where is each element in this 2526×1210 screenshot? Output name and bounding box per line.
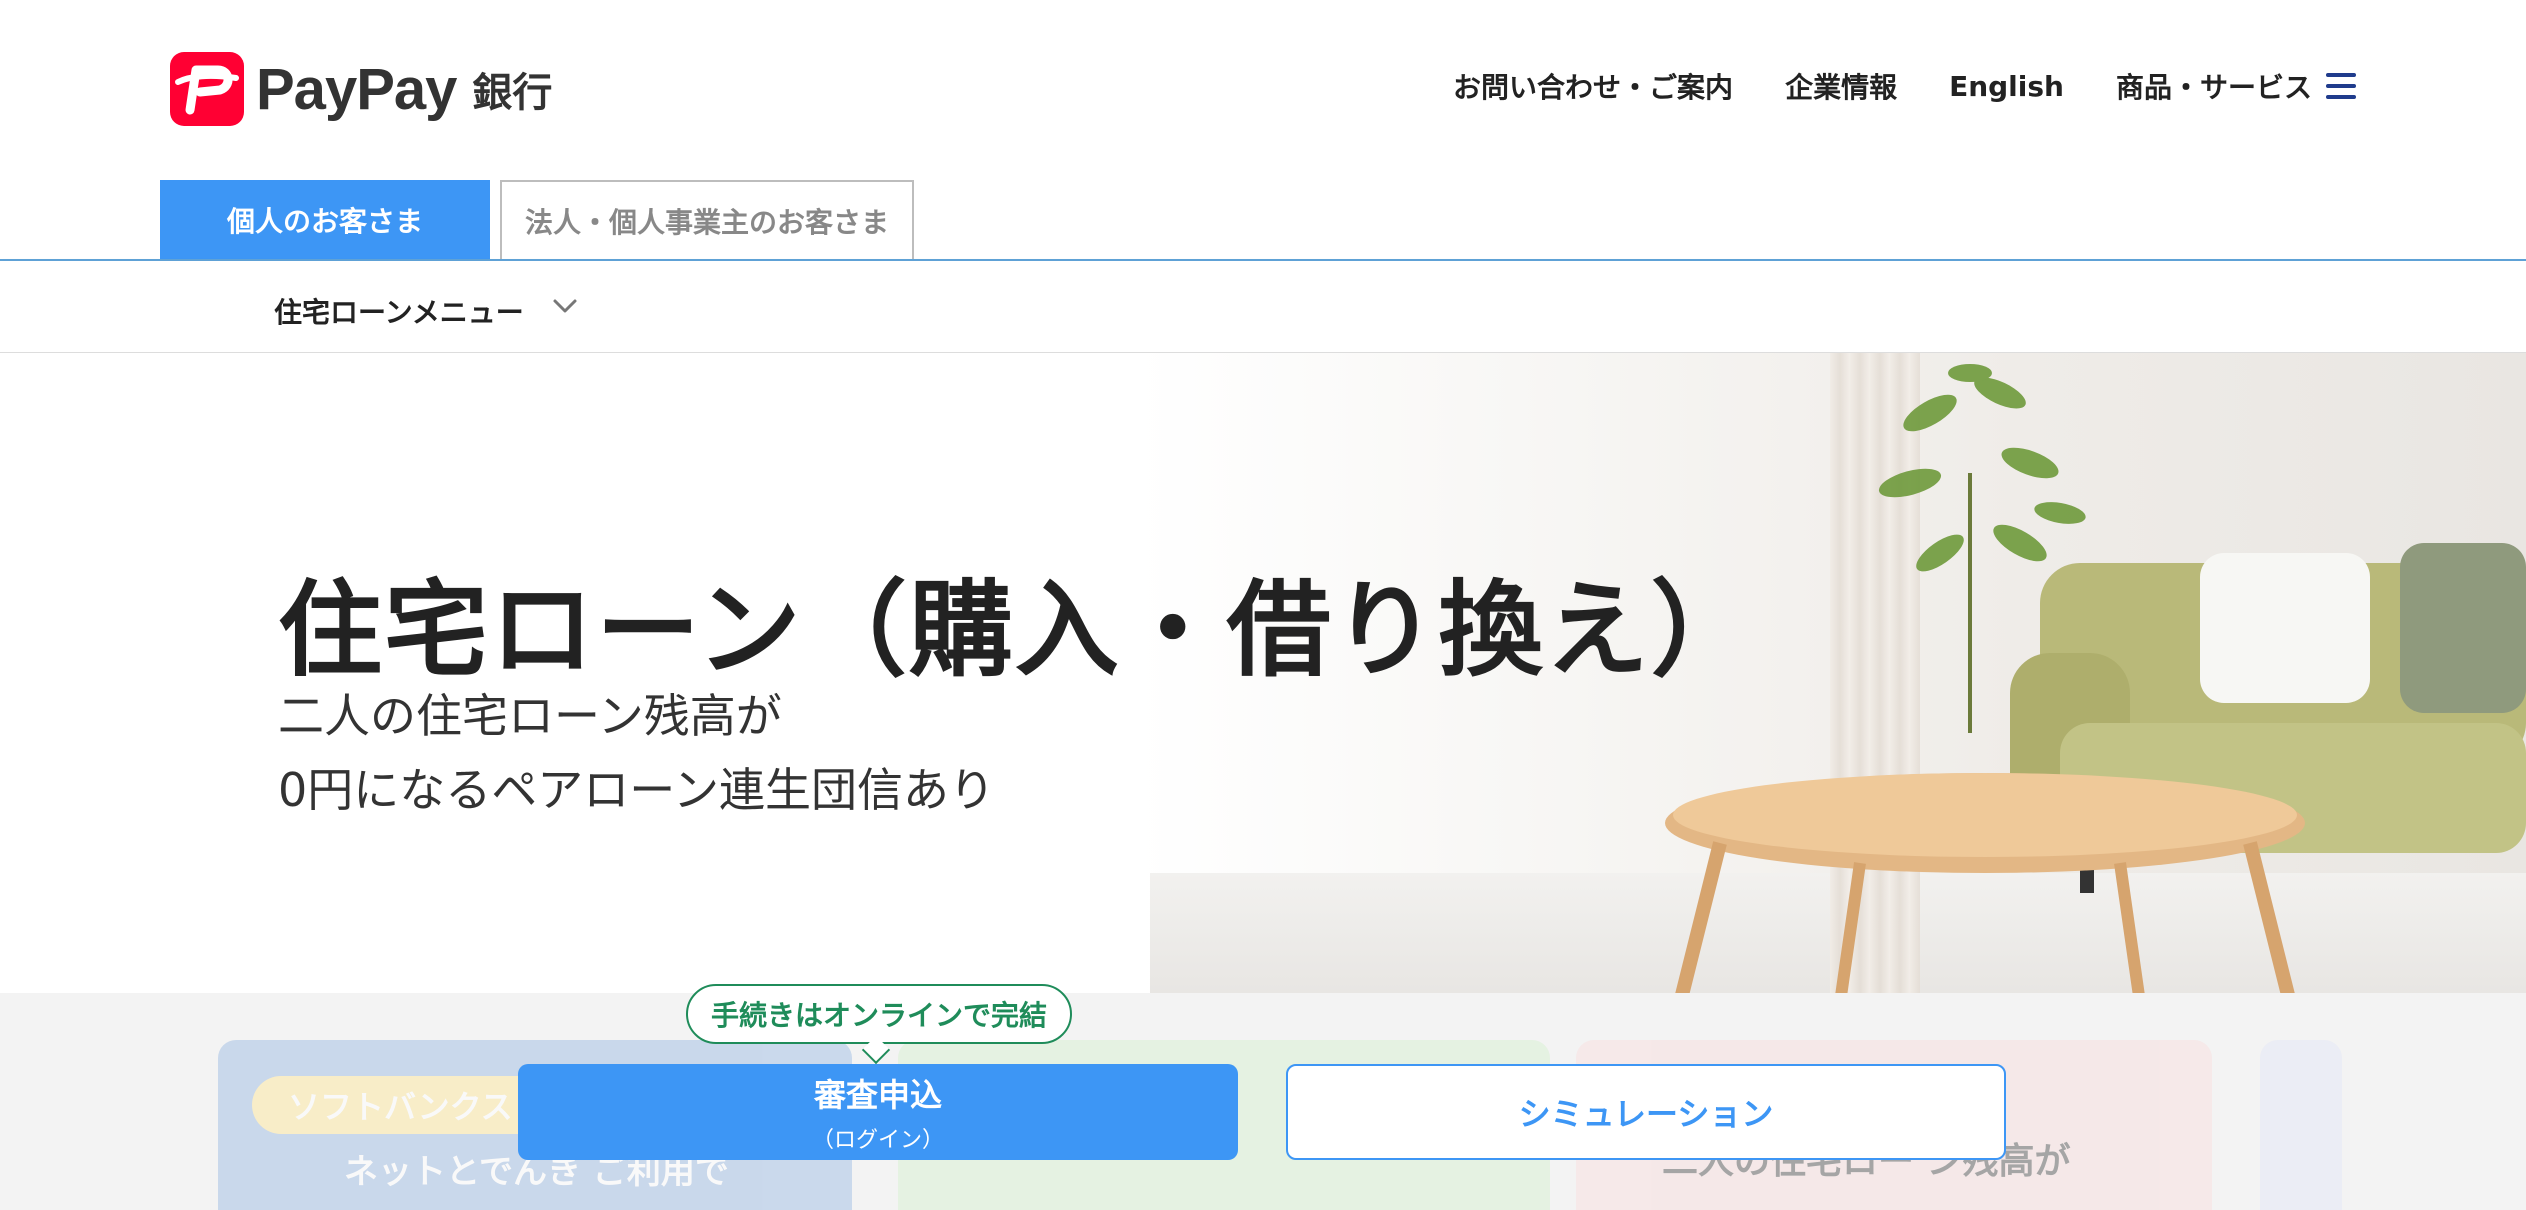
nav-company-link[interactable]: 企業情報 [1785, 66, 1897, 106]
promo-card-pill: ソフトバンクス [252, 1076, 552, 1134]
logo-subtext: 銀行 [472, 70, 553, 116]
nav-english-link[interactable]: English [1949, 70, 2064, 103]
paypay-bank-logo[interactable]: PayPay 銀行 [170, 52, 552, 126]
apply-button-label: 審査申込 [813, 1076, 942, 1114]
promo-card-more[interactable] [2260, 1040, 2342, 1210]
nav-services-link[interactable]: 商品・サービス [2116, 66, 2312, 106]
nav-contact-link[interactable]: お問い合わせ・ご案内 [1453, 66, 1733, 106]
hamburger-menu-icon[interactable] [2326, 73, 2356, 99]
apply-button[interactable]: 審査申込 （ログイン） [518, 1064, 1238, 1160]
table-illustration [1665, 773, 2305, 993]
paypay-logo-icon [170, 52, 244, 126]
simulation-button[interactable]: シミュレーション [1286, 1064, 2006, 1160]
chevron-down-icon[interactable] [552, 293, 578, 319]
logo-wordmark: PayPay [256, 56, 457, 122]
top-navigation: お問い合わせ・ご案内 企業情報 English 商品・サービス [1401, 66, 2356, 106]
online-complete-badge: 手続きはオンラインで完結 [686, 984, 1072, 1044]
page-title: 住宅ローン（購入・借り換え） [278, 569, 1757, 691]
apply-button-sublabel: （ログイン） [811, 1128, 944, 1153]
hero-subtitle-line1: 二人の住宅ローン残高が [278, 689, 782, 743]
hero-subtitle-line2: 0円になるペアローン連生団信あり [278, 763, 995, 817]
hero-banner: 住宅ローン（購入・借り換え） 二人の住宅ローン残高が 0円になるペアローン連生団… [0, 353, 2526, 993]
tab-business[interactable]: 法人・個人事業主のお客さま [500, 180, 914, 260]
submenu-bar: 住宅ローンメニュー [0, 261, 2526, 353]
tab-personal[interactable]: 個人のお客さま [160, 180, 490, 260]
hero-subtitle: 二人の住宅ローン残高が 0円になるペアローン連生団信あり [278, 679, 995, 827]
mortgage-menu-toggle[interactable]: 住宅ローンメニュー [274, 291, 524, 331]
customer-type-tabs: 個人のお客さま 法人・個人事業主のお客さま [160, 180, 914, 260]
site-header: PayPay 銀行 お問い合わせ・ご案内 企業情報 English 商品・サービ… [0, 0, 2526, 180]
